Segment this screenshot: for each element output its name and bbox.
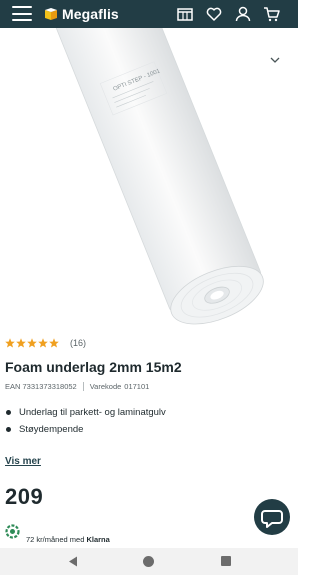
- star-rating: [5, 338, 60, 348]
- rating-row[interactable]: (16): [5, 336, 293, 350]
- star-icon: [38, 338, 48, 348]
- system-nav-bar: [0, 548, 298, 575]
- feature-text: Støydempende: [19, 424, 84, 435]
- megaflis-logo-icon: [45, 8, 57, 20]
- star-icon: [49, 338, 59, 348]
- store-icon[interactable]: [175, 4, 195, 24]
- klarna-brand: Klarna: [86, 535, 110, 544]
- feature-text: Underlag til parkett- og laminatgulv: [19, 407, 166, 418]
- list-item: Underlag til parkett- og laminatgulv: [5, 404, 293, 421]
- recent-apps-icon[interactable]: [221, 556, 231, 566]
- chevron-down-icon[interactable]: [270, 56, 280, 64]
- star-icon: [27, 338, 37, 348]
- klarna-text: 72 kr/måned med Klarna: [26, 535, 110, 544]
- heart-icon[interactable]: [204, 4, 224, 24]
- bullet-icon: [6, 427, 11, 432]
- star-icon: [16, 338, 26, 348]
- review-count[interactable]: (16): [70, 338, 86, 348]
- product-codes: EAN 7331373318052 Varekode 017101: [5, 381, 293, 391]
- product-title: Foam underlag 2mm 15m2: [5, 359, 182, 375]
- product-price: 209: [5, 484, 44, 509]
- product-image[interactable]: OPTI STEP - 1001: [0, 28, 298, 325]
- divider: [82, 381, 84, 391]
- ean-code: EAN 7331373318052: [5, 381, 77, 391]
- home-icon[interactable]: [143, 556, 154, 567]
- feature-list: Underlag til parkett- og laminatgulv Stø…: [5, 404, 293, 438]
- brand-logo[interactable]: Megaflis: [43, 5, 119, 23]
- klarna-financing[interactable]: 72 kr/måned med Klarna: [0, 520, 298, 548]
- back-icon[interactable]: [68, 556, 78, 567]
- cart-icon[interactable]: [262, 4, 282, 24]
- list-item: Støydempende: [5, 421, 293, 438]
- item-code-label: Varekode: [89, 381, 122, 391]
- menu-icon[interactable]: [12, 6, 32, 21]
- user-icon[interactable]: [233, 4, 253, 24]
- item-code: 017101: [124, 381, 150, 391]
- klarna-prefix: 72 kr/måned med: [26, 535, 85, 544]
- star-icon: [5, 338, 15, 348]
- brand-name: Megaflis: [62, 6, 119, 22]
- show-more-link[interactable]: Vis mer: [5, 456, 41, 467]
- header-bar: Megaflis: [0, 0, 298, 28]
- klarna-badge-icon: [5, 524, 20, 539]
- product-info: (16) Foam underlag 2mm 15m2 EAN 73313733…: [5, 336, 293, 469]
- bullet-icon: [6, 410, 11, 415]
